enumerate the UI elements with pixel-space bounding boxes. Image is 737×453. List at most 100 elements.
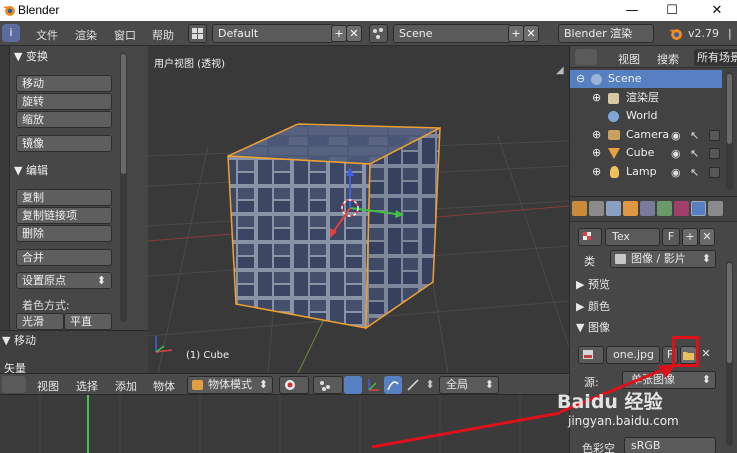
cursor-icon[interactable]: ↖ (690, 147, 699, 160)
menu-view[interactable]: 视图 (37, 378, 59, 394)
translate-button[interactable]: 移动 (16, 75, 112, 92)
outliner-menu-view[interactable]: 视图 (618, 51, 640, 67)
tool-shelf-tabs[interactable] (0, 46, 10, 330)
expand-icon[interactable]: ⊕ (592, 126, 601, 144)
scene-icon[interactable] (369, 24, 388, 43)
image-unlink-button[interactable]: ✕ (699, 346, 713, 364)
texture-name-field[interactable]: Tex (605, 228, 660, 246)
material-tab-icon[interactable] (674, 201, 689, 216)
texture-fake-user-button[interactable]: F (662, 228, 680, 246)
minimize-button[interactable]: — (617, 0, 647, 21)
dropdown-arrow-icon: ⬍ (96, 274, 106, 287)
mode-dropdown[interactable]: 物体模式 ⬍ (187, 376, 273, 394)
collapse-icon[interactable]: ⊖ (576, 70, 585, 88)
render-engine-dropdown[interactable]: Blender 渲染 (558, 24, 654, 43)
scene-tab-icon[interactable] (589, 201, 604, 216)
eye-icon[interactable]: ◉ (671, 166, 681, 179)
maximize-button[interactable]: ☐ (657, 0, 687, 21)
delete-button[interactable]: 删除 (16, 225, 112, 242)
outliner-menu-search[interactable]: 搜索 (657, 51, 679, 67)
transform-panel-header[interactable]: ▼ 变换 (10, 48, 128, 66)
tool-shelf-scrollbar[interactable] (120, 52, 127, 322)
colors-panel-header[interactable]: ▶ 颜色 (576, 297, 716, 317)
transform-orientation-dropdown[interactable]: 全局 ⬍ (439, 376, 499, 394)
timeline-area[interactable] (0, 395, 569, 453)
texture-tab-icon[interactable] (691, 201, 706, 216)
close-button[interactable]: ✕ (702, 0, 732, 21)
rotate-button[interactable]: 旋转 (16, 93, 112, 110)
menu-file[interactable]: 文件 (36, 27, 58, 43)
manipulator-toggle-icon[interactable] (344, 376, 362, 394)
menu-window[interactable]: 窗口 (114, 27, 136, 43)
expand-icon[interactable]: ⊕ (592, 163, 601, 181)
screen-add-button[interactable]: + (331, 25, 347, 42)
cursor-icon[interactable]: ↖ (690, 129, 699, 142)
menu-add[interactable]: 添加 (115, 378, 137, 394)
scale-manipulator-icon[interactable] (404, 376, 422, 394)
set-origin-dropdown[interactable]: 设置原点 ⬍ (16, 272, 112, 289)
outliner-scrollbar[interactable] (726, 72, 733, 190)
world-tab-icon[interactable] (606, 201, 621, 216)
particles-tab-icon[interactable] (708, 201, 723, 216)
mesh-icon (608, 148, 620, 159)
menu-object[interactable]: 物体 (153, 378, 175, 394)
outliner-row-renderlayers[interactable]: ⊕ 渲染层 (570, 89, 722, 107)
object-mode-icon (192, 380, 203, 390)
viewport-shading-dropdown[interactable] (279, 376, 309, 394)
texture-unlink-button[interactable]: ✕ (699, 228, 715, 246)
color-space-dropdown[interactable]: sRGB (624, 437, 716, 453)
object-tab-icon[interactable] (623, 201, 638, 216)
outliner-filter-dropdown[interactable]: 所有场景 (694, 49, 737, 66)
eye-icon[interactable]: ◉ (671, 147, 681, 160)
render-tab-icon[interactable] (572, 201, 587, 216)
image-panel-header[interactable]: ▼ 图像 (576, 318, 716, 338)
editor-type-icon[interactable] (2, 376, 26, 393)
duplicate-linked-button[interactable]: 复制链接项 (16, 207, 112, 224)
area-split-icon[interactable]: ◢ (556, 65, 564, 76)
scale-button[interactable]: 缩放 (16, 111, 112, 128)
expand-icon[interactable]: ⊕ (592, 89, 601, 107)
render-layers-icon (608, 93, 619, 104)
render-toggle-icon[interactable] (709, 130, 720, 141)
menu-help[interactable]: 帮助 (152, 27, 174, 43)
duplicate-button[interactable]: 复制 (16, 189, 112, 206)
outliner-row-scene[interactable]: ⊖ Scene (570, 70, 722, 88)
cursor-icon[interactable]: ↖ (690, 166, 699, 179)
outliner-row-world[interactable]: World (570, 107, 722, 125)
scene-add-button[interactable]: + (508, 25, 524, 42)
shade-smooth-button[interactable]: 光滑 (16, 313, 64, 330)
texture-type-dropdown[interactable]: 图像 / 影片 ⬍ (610, 250, 716, 268)
translate-manipulator-icon[interactable] (365, 376, 383, 394)
data-tab-icon[interactable] (657, 201, 672, 216)
scene-field[interactable]: Scene (393, 24, 511, 43)
eye-icon[interactable]: ◉ (671, 129, 681, 142)
texture-new-button[interactable]: + (682, 228, 698, 246)
3d-viewport[interactable]: 用户视图 (透视) (1) Cube ◢ (148, 46, 569, 373)
outliner-editor-icon[interactable] (575, 49, 597, 65)
scene-remove-button[interactable]: ✕ (523, 25, 539, 42)
info-editor-icon[interactable]: i (2, 24, 20, 42)
properties-scrollbar[interactable] (726, 261, 733, 446)
screen-remove-button[interactable]: ✕ (346, 25, 362, 42)
dropdown-arrow-icon[interactable]: ⬍ (424, 376, 436, 394)
menu-render[interactable]: 渲染 (75, 27, 97, 43)
render-toggle-icon[interactable] (709, 148, 720, 159)
edit-panel-header[interactable]: ▼ 编辑 (10, 162, 128, 180)
shade-flat-button[interactable]: 平直 (64, 313, 112, 330)
viewport-grid (148, 123, 569, 373)
render-toggle-icon[interactable] (709, 167, 720, 178)
dropdown-arrow-icon: ⬍ (701, 373, 711, 386)
mirror-button[interactable]: 镜像 (16, 135, 112, 152)
expand-icon[interactable]: ⊕ (592, 144, 601, 162)
rotate-manipulator-icon[interactable] (384, 376, 402, 394)
texture-browse-icon[interactable] (578, 228, 602, 246)
screen-layout-icon[interactable] (188, 24, 207, 43)
modifiers-tab-icon[interactable] (640, 201, 655, 216)
operator-panel-header[interactable]: ▼ 移动 (2, 332, 36, 348)
baidu-watermark: Baidu 经验 (557, 391, 663, 413)
screen-layout-field[interactable]: Default (212, 24, 334, 43)
join-button[interactable]: 合并 (16, 249, 112, 266)
menu-select[interactable]: 选择 (76, 378, 98, 394)
pivot-point-dropdown[interactable] (313, 376, 343, 394)
preview-panel-header[interactable]: ▶ 预览 (576, 275, 716, 295)
